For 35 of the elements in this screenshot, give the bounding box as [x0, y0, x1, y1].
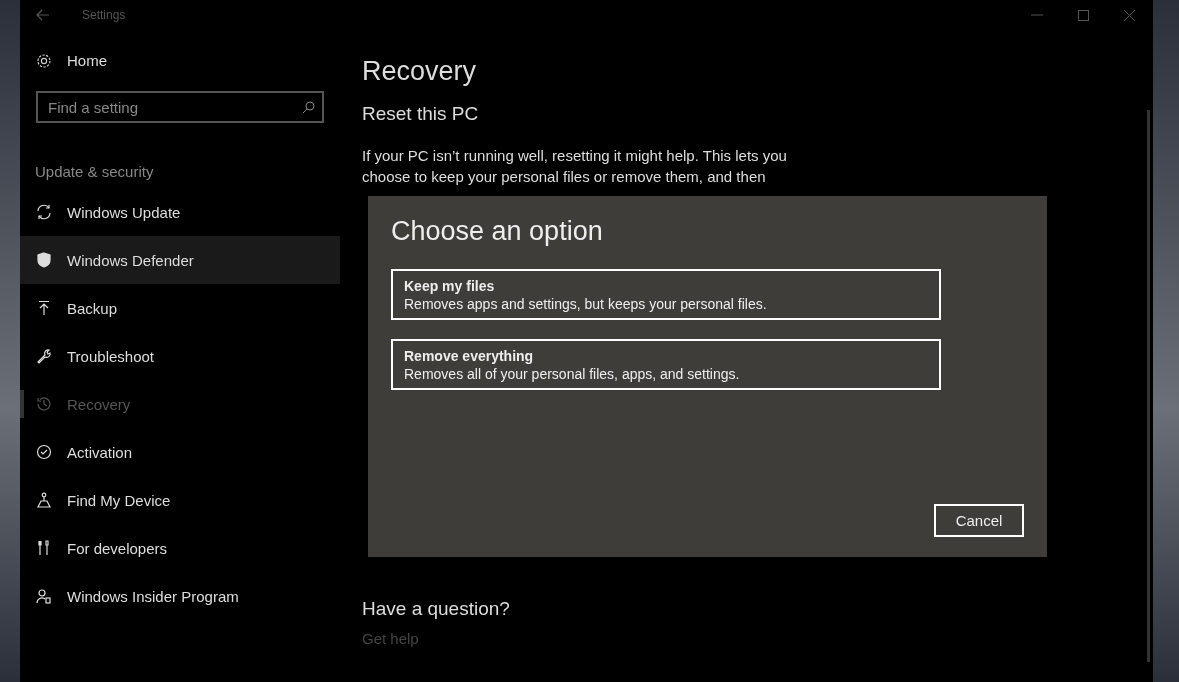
nav-item[interactable]: Backup: [20, 284, 340, 332]
home-nav-item[interactable]: Home: [20, 30, 340, 69]
search-field[interactable]: Find a setting: [36, 91, 324, 123]
history-icon: [36, 396, 52, 412]
nav-item[interactable]: For developers: [20, 524, 340, 572]
tools-icon: [36, 540, 52, 556]
shield-icon: [36, 252, 52, 268]
settings-icon: [36, 52, 52, 69]
check-circle-icon: [36, 444, 52, 460]
cancel-button[interactable]: Cancel: [934, 504, 1024, 537]
nav-item[interactable]: Troubleshoot: [20, 332, 340, 380]
description-text: If your PC isn’t running well, resetting it might help. This lets you choose to keep your personal files or remove them, and then: [362, 146, 788, 187]
nav-item[interactable]: Find My Device: [20, 476, 340, 524]
search-icon: [302, 101, 315, 114]
option-button[interactable]: Keep my files Removes apps and settings, but keeps your personal files.: [391, 269, 941, 320]
person-pin-icon: [36, 492, 52, 508]
person-badge-icon: [36, 588, 52, 604]
option-button[interactable]: Remove everything Removes all of your personal files, apps, and settings.: [391, 339, 941, 390]
page-title: Recovery: [362, 56, 478, 87]
upload-arrow-icon: [36, 300, 52, 316]
nav-item[interactable]: Windows Update: [20, 188, 340, 236]
nav-item[interactable]: Windows Defender: [20, 236, 340, 284]
question-heading: Have a question?: [362, 598, 511, 620]
section-heading: Reset this PC: [362, 103, 480, 125]
section-heading: Update & security: [34, 162, 155, 182]
wrench-icon: [36, 348, 52, 364]
window-title: Settings: [82, 8, 126, 22]
refresh-icon: [36, 204, 52, 220]
back-arrow-icon[interactable]: [36, 9, 50, 21]
maximize-icon[interactable]: [1078, 9, 1089, 21]
dialog-title: Choose an option: [391, 216, 604, 247]
nav-item[interactable]: Windows Insider Program: [20, 572, 340, 620]
nav-item[interactable]: Activation: [20, 428, 340, 476]
close-icon[interactable]: [1124, 9, 1135, 21]
scrollbar[interactable]: [1147, 110, 1150, 662]
